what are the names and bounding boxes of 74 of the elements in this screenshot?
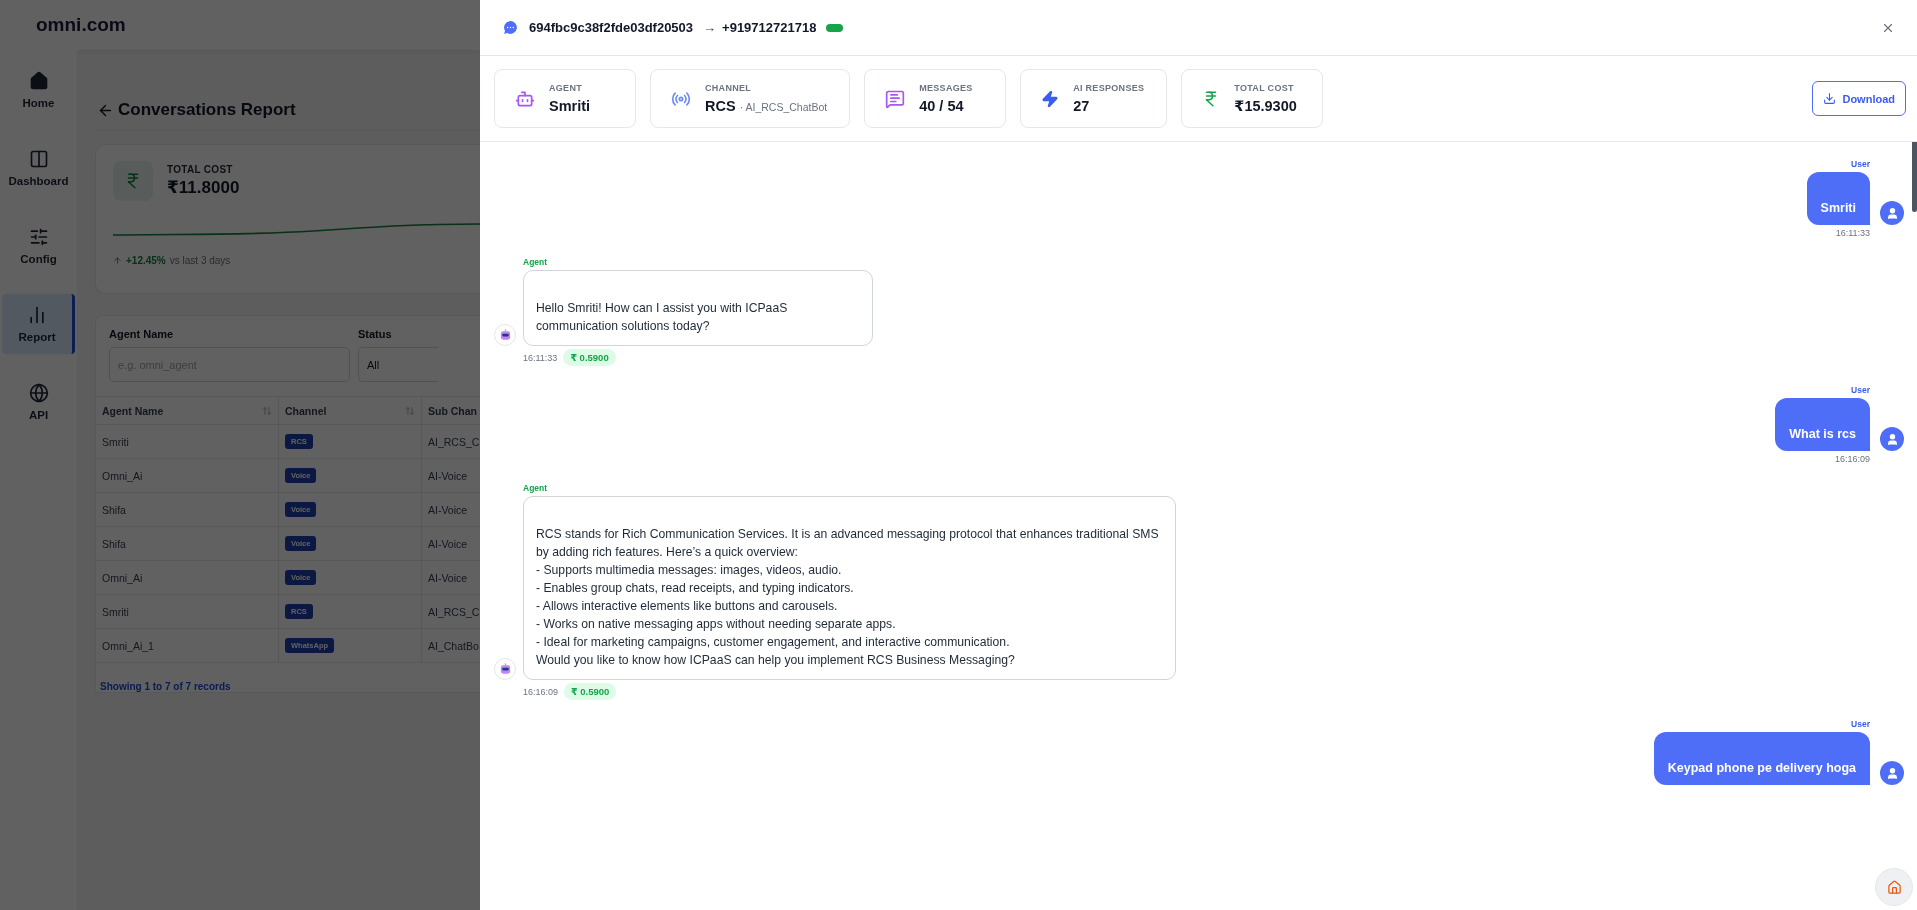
cost-badge: ₹ 0.5900: [563, 349, 616, 366]
arrow-text: →: [703, 20, 717, 35]
table-cell: Omni_Ai: [96, 561, 279, 595]
sort-icon[interactable]: [405, 405, 415, 416]
message-bubble: Smriti: [1806, 172, 1870, 225]
trend-value: +12.45%: [126, 255, 166, 266]
status-select[interactable]: All: [358, 347, 438, 382]
globe-icon: [28, 383, 49, 403]
user-avatar: [1880, 427, 1904, 451]
message-time: 16:11:33: [523, 352, 558, 363]
scrollbar-thumb[interactable]: [1912, 142, 1917, 212]
sort-icon[interactable]: [262, 405, 272, 416]
cost-badge: ₹ 0.5900: [564, 683, 617, 700]
home-button[interactable]: [1875, 868, 1913, 906]
table-cell: Omni_Ai_1: [96, 629, 279, 663]
nav-item[interactable]: Dashboard: [2, 138, 75, 198]
message-icon: [885, 88, 906, 109]
nav-item[interactable]: Config: [2, 216, 75, 276]
table-cell: Shifa: [96, 527, 279, 561]
chat-icon: [502, 19, 519, 36]
stat-value: RCS: [705, 98, 736, 114]
filter-label: Agent Name: [109, 328, 175, 340]
message-time: 16:11:33: [1835, 228, 1870, 238]
stat-label: AGENT: [549, 83, 583, 93]
table-cell: Omni_Ai: [96, 459, 279, 493]
sender-label: User: [1851, 719, 1870, 729]
bar-chart-icon: [27, 305, 47, 325]
stat-label: AI RESPONSES: [1073, 83, 1145, 93]
up-arrow-icon: [113, 256, 122, 265]
phone-number: +919712721718: [722, 20, 817, 35]
sender-label: User: [1851, 159, 1870, 169]
house-icon: [1886, 879, 1902, 895]
columns-icon: [28, 149, 49, 169]
sliders-icon: [28, 227, 49, 247]
sender-label: Agent: [523, 257, 548, 267]
table-cell: Smriti: [96, 425, 279, 459]
nav-item[interactable]: Report: [2, 294, 75, 354]
message-time: 16:16:09: [523, 686, 559, 697]
filter-label: Status: [358, 328, 393, 340]
conversation-id: 694fbc9c38f2fde03df20503: [529, 20, 694, 35]
download-icon: [1823, 92, 1837, 105]
stat-label: TOTAL COST: [1234, 83, 1295, 93]
stat-subtext: · AI_RCS_ChatBot: [739, 101, 828, 113]
user-avatar: [1880, 201, 1904, 225]
stat-value: 27: [1073, 98, 1090, 114]
message-bubble: Keypad phone pe delivery hoga: [1653, 732, 1870, 785]
nav-item[interactable]: Home: [2, 60, 75, 120]
message-bubble: What is rcs: [1775, 398, 1870, 451]
nav-item[interactable]: API: [2, 372, 75, 432]
message-bubble: RCS stands for Rich Communication Services. It is an advanced messaging protocol that enhances traditional SMS by adding rich features. Here’s a quick overview: - Supports multimedia messages: images, videos, audio. - Enables group chats, read receipts, and typing indicators. - Allows interactive elements like buttons and carousels. - Works on native messaging apps without needing separate apps. - Ideal for marketing campaigns, customer engagement, and interactive communication. Would you like to know how ICPaaS can help you implement RCS Business Messaging?: [523, 496, 1176, 680]
stat-value: 40 / 54: [919, 98, 964, 114]
records-count: Showing 1 to 7 of 7 records: [99, 680, 232, 692]
table-cell: Smriti: [96, 595, 279, 629]
rupee-icon: [113, 161, 153, 201]
lightning-icon: [1041, 89, 1060, 108]
message-time: 16:16:09: [1834, 454, 1870, 464]
download-button[interactable]: Download: [1812, 81, 1906, 116]
brand-name: omni.com: [36, 14, 126, 36]
cost-label: TOTAL COST: [167, 164, 234, 175]
page-title: Conversations Report: [118, 100, 296, 120]
stat-label: CHANNEL: [705, 83, 753, 93]
status-pill: [826, 23, 844, 32]
user-avatar: [1880, 761, 1904, 785]
stat-value: ₹15.9300: [1234, 98, 1297, 114]
cost-value: ₹11.8000: [167, 177, 240, 198]
column-header[interactable]: Agent Name: [96, 397, 279, 425]
sender-label: User: [1851, 385, 1870, 395]
table-cell: Shifa: [96, 493, 279, 527]
message-bubble: Hello Smriti! How can I assist you with ICPaaS communication solutions today?: [523, 270, 873, 346]
stat-label: MESSAGES: [919, 83, 973, 93]
sender-label: Agent: [523, 483, 548, 493]
column-header[interactable]: Channel: [279, 397, 422, 425]
stat-value: Smriti: [549, 98, 591, 114]
house-icon: [28, 71, 49, 91]
